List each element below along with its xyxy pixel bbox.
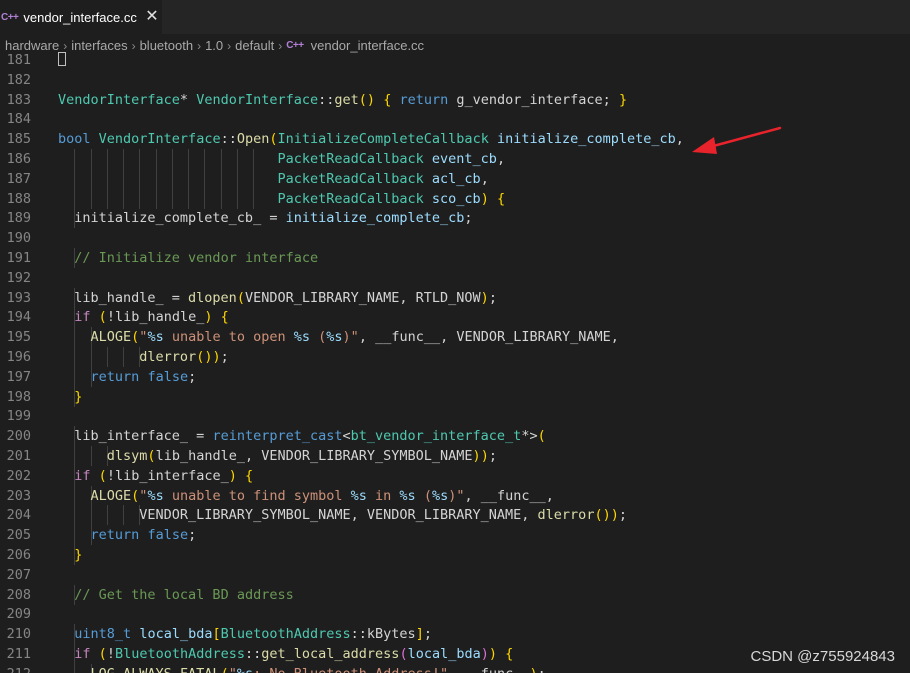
code-text: ALOGE("%s unable to find symbol %s in %s… [90,487,554,504]
code-text: bool VendorInterface::Open(InitializeCom… [58,131,684,148]
line-number: 202 [6,467,31,484]
code-line[interactable]: 182 [0,70,910,90]
code-line[interactable]: 203 ALOGE("%s unable to find symbol %s i… [0,485,910,506]
editor-tab-vendor-interface[interactable]: C++ vendor_interface.cc ✕ [0,0,162,34]
code-line[interactable]: 183 VendorInterface* VendorInterface::get… [0,90,910,110]
line-number: 188 [6,190,31,207]
code-text: initialize_complete_cb_ = initialize_com… [58,210,473,227]
line-number: 192 [6,269,31,286]
code-text: LOG_ALWAYS_FATAL("%s: No Bluetooth Addre… [58,664,546,673]
line-number: 189 [6,210,31,227]
line-number: 204 [6,507,31,524]
code-line[interactable]: 210 uint8_t local_bda[BluetoothAddress::… [0,624,910,645]
code-text: lib_handle_ = dlopen(VENDOR_LIBRARY_NAME… [58,289,497,306]
text-cursor [58,52,66,66]
code-line[interactable]: 200 lib_interface_ = reinterpret_cast<bt… [0,426,910,447]
code-line[interactable]: 196 dlerror()); [0,347,910,367]
code-text: // Initialize vendor interface [74,250,319,266]
code-line[interactable]: 201 dlsym(lib_handle_, VENDOR_LIBRARY_SY… [0,446,910,466]
code-text: } [74,388,83,405]
code-text: dlerror()); [139,349,229,365]
code-text: } [74,547,83,563]
watermark: CSDN @z755924843 [750,648,895,665]
code-text: if (!lib_handle_) { [74,309,229,326]
cpp-file-icon: C++ [1,11,19,23]
line-number: 207 [6,566,31,583]
line-number: 210 [6,626,31,643]
code-text: if (!BluetoothAddress::get_local_address… [74,646,514,662]
tab-filename: vendor_interface.cc [23,9,137,25]
code-line[interactable]: 190 [0,228,910,248]
code-line[interactable]: 206 } [0,545,910,565]
code-line[interactable]: 191 // Initialize vendor interface [0,248,910,268]
code-text: return false; [90,527,197,544]
code-line[interactable]: 192 [0,268,910,288]
close-icon[interactable]: ✕ [144,6,160,26]
code-line[interactable]: 195 ALOGE("%s unable to open %s (%s)", _… [0,327,910,348]
code-text: uint8_t local_bda[BluetoothAddress::kByt… [74,626,432,643]
line-number: 212 [0,664,31,673]
tab-bar: C++ vendor_interface.cc ✕ [0,0,910,34]
line-number: 199 [6,408,31,425]
code-line[interactable]: 212 LOG_ALWAYS_FATAL("%s: No Bluetooth A… [0,663,910,673]
code-line[interactable]: 207 [0,565,910,585]
code-text: PacketReadCallback sco_cb) { [277,190,506,207]
line-number: 201 [6,448,31,464]
code-line[interactable]: 198 } [0,386,910,407]
line-number: 211 [6,646,31,662]
line-number: 181 [6,52,31,68]
code-line[interactable]: 209 [0,604,910,624]
code-text: if (!lib_interface_) { [74,467,254,484]
code-line[interactable]: 188 PacketReadCallback sco_cb) { [0,188,910,209]
code-editor-window: C++ vendor_interface.cc ✕ hardware › int… [0,0,910,673]
code-text: ALOGE("%s unable to open %s (%s)", __fun… [90,329,619,346]
line-number: 203 [6,487,31,504]
code-line[interactable]: 197 return false; [0,366,910,387]
code-text [58,50,66,70]
line-number: 182 [6,71,31,88]
line-number: 205 [6,527,31,544]
code-line[interactable]: 202 if (!lib_interface_) { [0,465,910,486]
code-line[interactable]: 193 lib_handle_ = dlopen(VENDOR_LIBRARY_… [0,287,910,308]
line-number: 209 [6,606,31,623]
code-line[interactable]: 187 PacketReadCallback acl_cb, [0,168,910,189]
code-line[interactable]: 204 VENDOR_LIBRARY_SYMBOL_NAME, VENDOR_L… [0,505,910,526]
code-text: PacketReadCallback event_cb, [277,151,506,167]
code-line[interactable]: 199 [0,406,910,426]
line-number: 197 [6,368,31,385]
code-text: dlsym(lib_handle_, VENDOR_LIBRARY_SYMBOL… [106,448,497,464]
code-line[interactable]: 189 initialize_complete_cb_ = initialize… [0,208,910,229]
red-arrow-annotation [692,126,782,154]
code-text: lib_interface_ = reinterpret_cast<bt_ven… [58,428,546,445]
line-number: 196 [6,349,31,365]
line-number: 195 [6,329,31,346]
code-text: VENDOR_LIBRARY_SYMBOL_NAME, VENDOR_LIBRA… [58,507,628,524]
code-text: // Get the local BD address [74,586,294,603]
line-number: 194 [6,309,31,326]
line-number: 191 [6,250,31,266]
line-number: 198 [6,388,31,405]
code-line[interactable]: 205 return false; [0,525,910,546]
line-number: 186 [6,151,31,167]
line-number: 183 [6,91,31,108]
line-number: 200 [6,428,31,445]
code-text: VendorInterface* VendorInterface::get() … [58,91,628,108]
line-number: 193 [6,289,31,306]
line-number: 184 [6,111,31,128]
line-number: 190 [6,230,31,247]
line-number: 185 [6,131,31,148]
code-line[interactable]: 194 if (!lib_handle_) { [0,307,910,328]
line-number: 208 [6,586,31,603]
code-text: PacketReadCallback acl_cb, [277,170,489,187]
line-number: 206 [6,547,31,563]
code-line[interactable]: 208 // Get the local BD address [0,584,910,605]
line-number: 187 [6,170,31,187]
code-line[interactable]: 181 [0,50,910,70]
code-text: return false; [90,368,197,385]
